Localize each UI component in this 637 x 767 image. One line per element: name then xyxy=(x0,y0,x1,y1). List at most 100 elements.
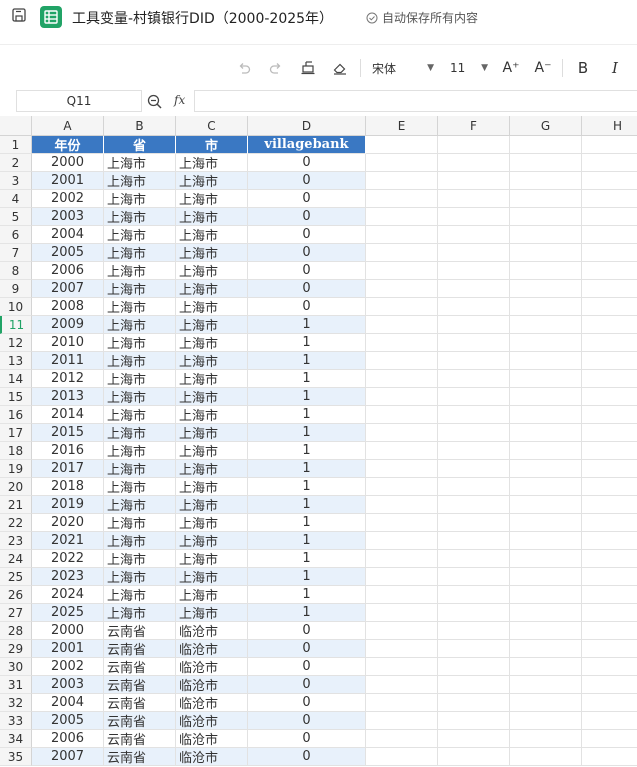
empty-cell[interactable] xyxy=(438,550,510,568)
row-number[interactable]: 4 xyxy=(0,190,32,208)
table-cell[interactable]: 上海市 xyxy=(176,586,248,604)
empty-cell[interactable] xyxy=(510,352,582,370)
table-cell[interactable]: 上海市 xyxy=(176,280,248,298)
name-box[interactable]: Q11 xyxy=(16,90,142,112)
row-number[interactable]: 15 xyxy=(0,388,32,406)
column-header-b[interactable]: B xyxy=(104,116,176,136)
table-cell[interactable]: 1 xyxy=(248,388,366,406)
empty-cell[interactable] xyxy=(582,712,637,730)
table-cell[interactable]: 0 xyxy=(248,154,366,172)
empty-cell[interactable] xyxy=(510,226,582,244)
row-number[interactable]: 33 xyxy=(0,712,32,730)
empty-cell[interactable] xyxy=(366,460,438,478)
empty-cell[interactable] xyxy=(582,352,637,370)
table-cell[interactable]: 0 xyxy=(248,748,366,766)
empty-cell[interactable] xyxy=(438,676,510,694)
table-cell[interactable]: 上海市 xyxy=(176,226,248,244)
font-family-select[interactable]: 宋体 ▼ xyxy=(366,57,440,79)
empty-cell[interactable] xyxy=(510,658,582,676)
empty-cell[interactable] xyxy=(510,748,582,766)
table-cell[interactable]: 2014 xyxy=(32,406,104,424)
table-cell[interactable]: 上海市 xyxy=(176,262,248,280)
row-number[interactable]: 1 xyxy=(0,136,32,154)
row-number[interactable]: 24 xyxy=(0,550,32,568)
empty-cell[interactable] xyxy=(438,424,510,442)
table-cell[interactable]: 1 xyxy=(248,514,366,532)
table-cell[interactable]: 上海市 xyxy=(104,478,176,496)
zoom-icon[interactable] xyxy=(146,93,164,111)
empty-cell[interactable] xyxy=(582,568,637,586)
table-cell[interactable]: 2003 xyxy=(32,676,104,694)
table-cell[interactable]: 上海市 xyxy=(104,352,176,370)
empty-cell[interactable] xyxy=(510,676,582,694)
empty-cell[interactable] xyxy=(582,154,637,172)
empty-cell[interactable] xyxy=(366,712,438,730)
table-cell[interactable]: 0 xyxy=(248,280,366,298)
table-cell[interactable]: 上海市 xyxy=(104,190,176,208)
empty-cell[interactable] xyxy=(510,442,582,460)
empty-cell[interactable] xyxy=(582,730,637,748)
table-cell[interactable]: 云南省 xyxy=(104,640,176,658)
row-number[interactable]: 7 xyxy=(0,244,32,262)
table-cell[interactable]: 1 xyxy=(248,604,366,622)
row-number[interactable]: 22 xyxy=(0,514,32,532)
empty-cell[interactable] xyxy=(582,370,637,388)
table-cell[interactable]: 2021 xyxy=(32,532,104,550)
table-cell[interactable]: 上海市 xyxy=(104,586,176,604)
empty-cell[interactable] xyxy=(438,262,510,280)
empty-cell[interactable] xyxy=(438,154,510,172)
table-cell[interactable]: 2013 xyxy=(32,388,104,406)
table-cell[interactable]: 云南省 xyxy=(104,748,176,766)
table-cell[interactable]: 上海市 xyxy=(176,154,248,172)
empty-cell[interactable] xyxy=(438,496,510,514)
table-cell[interactable]: 上海市 xyxy=(104,568,176,586)
table-cell[interactable]: 上海市 xyxy=(104,280,176,298)
empty-cell[interactable] xyxy=(366,478,438,496)
table-cell[interactable]: 1 xyxy=(248,352,366,370)
empty-cell[interactable] xyxy=(366,190,438,208)
table-cell[interactable]: 1 xyxy=(248,586,366,604)
empty-cell[interactable] xyxy=(510,136,582,154)
table-cell[interactable]: 上海市 xyxy=(104,208,176,226)
empty-cell[interactable] xyxy=(366,514,438,532)
empty-cell[interactable] xyxy=(510,604,582,622)
empty-cell[interactable] xyxy=(510,406,582,424)
empty-cell[interactable] xyxy=(438,298,510,316)
table-cell[interactable]: 上海市 xyxy=(176,370,248,388)
table-cell[interactable]: 0 xyxy=(248,712,366,730)
empty-cell[interactable] xyxy=(510,586,582,604)
table-cell[interactable]: 临沧市 xyxy=(176,676,248,694)
decrease-font-button[interactable]: A⁻ xyxy=(530,57,556,79)
table-cell[interactable]: 临沧市 xyxy=(176,640,248,658)
table-cell[interactable]: 2002 xyxy=(32,658,104,676)
empty-cell[interactable] xyxy=(366,550,438,568)
column-header-g[interactable]: G xyxy=(510,116,582,136)
table-cell[interactable]: 临沧市 xyxy=(176,658,248,676)
empty-cell[interactable] xyxy=(366,334,438,352)
undo-button[interactable] xyxy=(232,57,256,79)
empty-cell[interactable] xyxy=(438,226,510,244)
clear-format-button[interactable] xyxy=(328,57,352,79)
row-number[interactable]: 17 xyxy=(0,424,32,442)
empty-cell[interactable] xyxy=(582,658,637,676)
empty-cell[interactable] xyxy=(510,712,582,730)
empty-cell[interactable] xyxy=(438,730,510,748)
empty-cell[interactable] xyxy=(366,442,438,460)
table-cell[interactable]: 1 xyxy=(248,478,366,496)
empty-cell[interactable] xyxy=(438,712,510,730)
table-cell[interactable]: 2015 xyxy=(32,424,104,442)
empty-cell[interactable] xyxy=(366,658,438,676)
row-number[interactable]: 25 xyxy=(0,568,32,586)
empty-cell[interactable] xyxy=(438,136,510,154)
table-cell[interactable]: 上海市 xyxy=(104,244,176,262)
table-cell[interactable]: 上海市 xyxy=(176,334,248,352)
empty-cell[interactable] xyxy=(366,172,438,190)
empty-cell[interactable] xyxy=(366,154,438,172)
empty-cell[interactable] xyxy=(582,604,637,622)
empty-cell[interactable] xyxy=(510,244,582,262)
spreadsheet-grid[interactable]: A B C D E F G H 1 年份省市 villagebank 2 2000 上海市… xyxy=(0,116,637,767)
row-number[interactable]: 19 xyxy=(0,460,32,478)
empty-cell[interactable] xyxy=(510,622,582,640)
empty-cell[interactable] xyxy=(366,298,438,316)
table-cell[interactable]: 上海市 xyxy=(104,604,176,622)
